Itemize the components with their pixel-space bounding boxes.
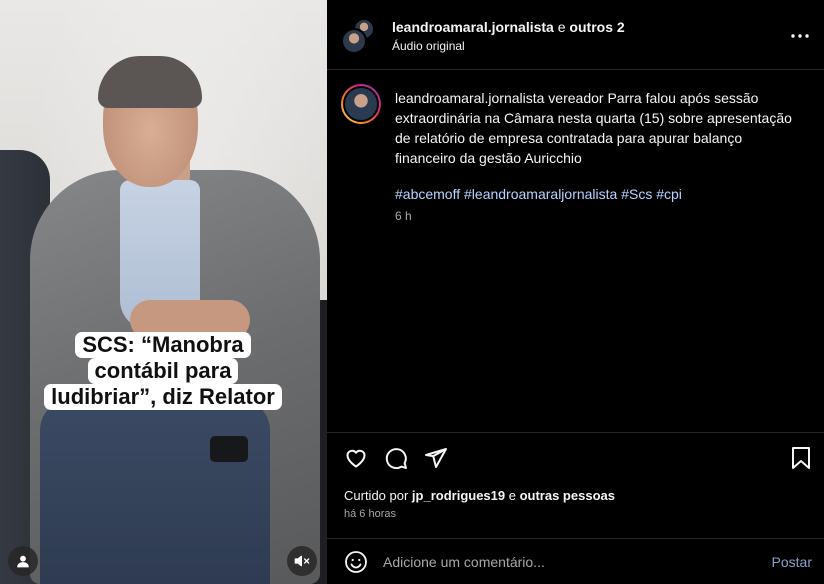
liked-by-prefix: Curtido por [344,488,412,503]
hashtag-link[interactable]: #abcemoff [395,186,460,202]
collab-avatars[interactable] [341,18,377,54]
comment-button[interactable] [383,445,409,471]
caption-line-1: SCS: “Manobra [75,332,251,358]
jeans [40,400,270,584]
share-icon [425,448,447,468]
emoji-button[interactable] [344,550,368,574]
video-caption-overlay: SCS: “Manobra contábil para ludibriar”, … [38,332,288,410]
three-dots-icon [791,34,809,38]
header-connector: e [553,19,570,35]
caption-text: leandroamaral.jornalista vereador Parra … [395,88,805,168]
more-options-button[interactable] [788,24,812,48]
avatar [341,28,367,54]
caption-username-link[interactable]: leandroamaral.jornalista [395,90,544,106]
liked-by-connector: e [505,488,520,503]
avatar [343,86,379,122]
caption-line-2: contábil para [87,358,239,384]
mute-toggle-button[interactable] [287,546,317,576]
author-username-link[interactable]: leandroamaral.jornalista [392,19,554,35]
author-avatar-story-ring[interactable] [341,84,381,124]
comment-input[interactable] [383,551,743,573]
like-button[interactable] [343,445,369,471]
muted-speaker-icon [294,555,310,567]
hashtags: #abcemoff #leandroamaraljornalista #Scs … [395,184,805,204]
save-button[interactable] [788,445,814,471]
hashtag-link[interactable]: #leandroamaraljornalista [464,186,617,202]
hashtag-link[interactable]: #cpi [656,186,682,202]
hashtag-link[interactable]: #Scs [621,186,652,202]
post-timestamp[interactable]: há 6 horas [344,507,396,521]
post-media-video[interactable]: SCS: “Manobra contábil para ludibriar”, … [0,0,327,584]
post-header: leandroamaral.jornalista e outros 2 Áudi… [327,0,824,70]
comment-icon [385,448,407,470]
share-button[interactable] [423,445,449,471]
liked-by-text: Curtido por jp_rodrigues19 e outras pess… [344,488,615,504]
action-bar [327,432,824,482]
caption-body: leandroamaral.jornalista vereador Parra … [395,88,805,224]
liked-by-others-link[interactable]: outras pessoas [520,488,615,503]
original-audio-link[interactable]: Áudio original [392,37,625,55]
heart-icon [346,449,366,468]
user-icon [17,555,29,568]
caption-timestamp: 6 h [395,209,412,223]
header-text: leandroamaral.jornalista e outros 2 Áudi… [392,18,625,55]
phone-in-pocket [210,436,248,462]
tagged-users-button[interactable] [8,546,38,576]
liked-by-user-link[interactable]: jp_rodrigues19 [412,488,505,503]
collaborators-link[interactable]: outros 2 [569,19,624,35]
comment-bar: Postar [327,538,824,584]
caption-line-3: ludibriar”, diz Relator [44,384,282,410]
post-details-panel: leandroamaral.jornalista e outros 2 Áudi… [327,0,824,584]
bookmark-icon [792,447,810,469]
post-comment-button[interactable]: Postar [772,554,812,570]
emoji-icon [345,551,367,573]
